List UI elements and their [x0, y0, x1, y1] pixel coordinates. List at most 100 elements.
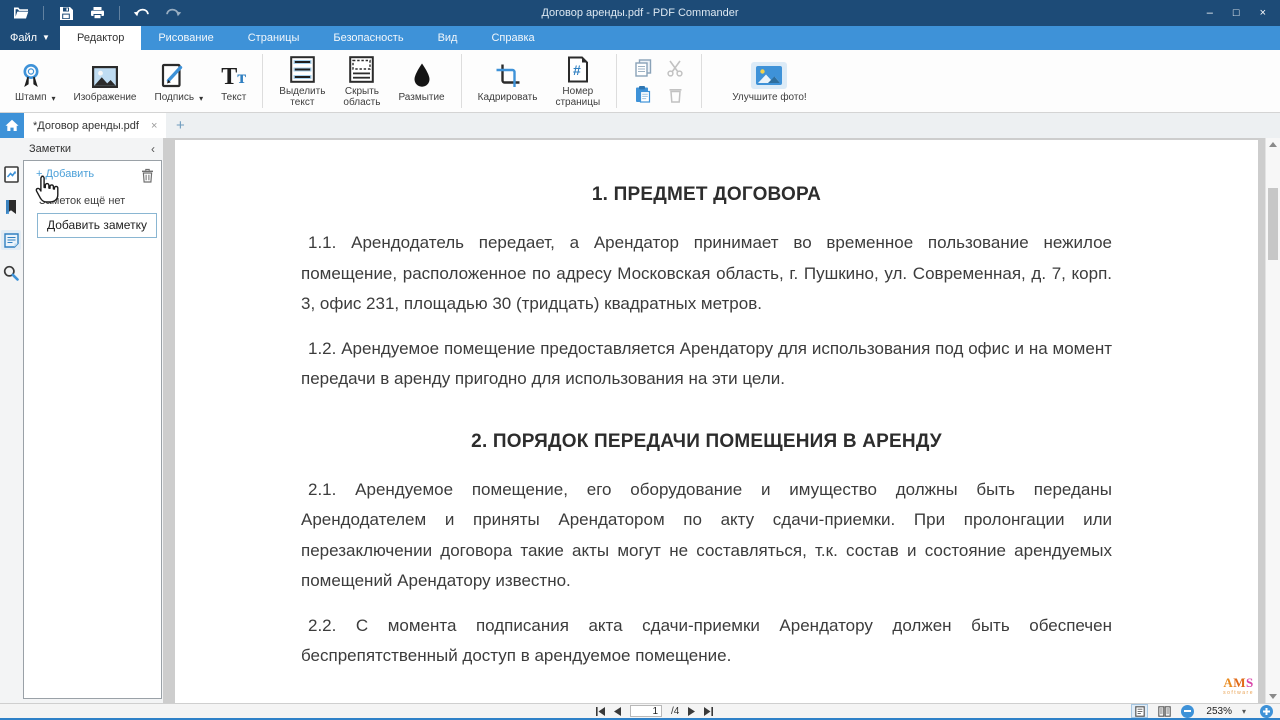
stamp-button[interactable]: Штамп ▾	[6, 58, 65, 105]
ams-watermark: AMS software	[1223, 678, 1254, 698]
delete-icon[interactable]	[666, 85, 684, 103]
document-tab-title: *Договор аренды.pdf	[33, 120, 139, 132]
tab-editor[interactable]: Редактор	[60, 26, 141, 50]
scrollbar-thumb[interactable]	[1268, 188, 1278, 260]
chevron-down-icon: ▾	[51, 94, 55, 103]
signature-icon	[161, 61, 187, 89]
tab-pages[interactable]: Страницы	[231, 26, 317, 50]
pdf-page: 1. ПРЕДМЕТ ДОГОВОРА 1.1. Арендодатель пе…	[175, 140, 1258, 703]
maximize-button[interactable]: □	[1233, 7, 1240, 19]
blur-button[interactable]: Размытие	[389, 58, 453, 105]
clipboard-group	[624, 59, 694, 103]
enhance-photo-icon	[751, 62, 787, 89]
editor-toolbar: Штамп ▾ Изображение Подпись ▾ Tт Текст	[0, 50, 1280, 113]
notes-sidebar: Заметки ‹ + Добавить Заметок ещё нет Доб…	[22, 138, 163, 703]
close-tab-icon[interactable]: ×	[151, 120, 157, 132]
contract-paragraph: 2.1. Арендуемое помещение, его оборудова…	[301, 475, 1112, 597]
minimize-button[interactable]: –	[1207, 7, 1213, 19]
tab-help[interactable]: Справка	[474, 26, 551, 50]
toolbar-separator	[461, 54, 462, 108]
collapse-panel-icon[interactable]: ‹	[151, 142, 155, 156]
paste-icon[interactable]	[634, 85, 652, 103]
titlebar-separator	[43, 6, 44, 20]
signature-button[interactable]: Подпись ▾	[146, 58, 213, 105]
undo-icon[interactable]	[133, 4, 151, 22]
vertical-scrollbar[interactable]	[1265, 138, 1280, 703]
contract-paragraph: 1.2. Арендуемое помещение предоставляетс…	[301, 334, 1112, 395]
redo-icon[interactable]	[164, 4, 182, 22]
trash-icon[interactable]	[141, 168, 154, 188]
hide-area-button[interactable]: Скрыть область	[334, 52, 389, 110]
contract-heading-2: 2. ПОРЯДОК ПЕРЕДАЧИ ПОМЕЩЕНИЯ В АРЕНДУ	[301, 431, 1112, 453]
open-file-icon[interactable]	[12, 4, 30, 22]
svg-text:#: #	[573, 62, 581, 78]
title-bar: Договор аренды.pdf - PDF Commander – □ ×	[0, 0, 1280, 26]
page-navigation: /4	[596, 704, 713, 718]
scroll-down-icon[interactable]	[1266, 694, 1280, 699]
chevron-down-icon: ▼	[42, 34, 50, 42]
tab-security[interactable]: Безопасность	[316, 26, 420, 50]
stamp-icon	[18, 61, 44, 89]
zoom-controls: 253% ▾	[1131, 704, 1273, 718]
chevron-down-icon: ▾	[199, 94, 203, 103]
text-button[interactable]: Tт Текст	[212, 58, 255, 105]
window-title: Договор аренды.pdf - PDF Commander	[0, 7, 1280, 19]
zoom-level-value[interactable]: 253%	[1206, 706, 1232, 717]
contract-paragraph: 1.1. Арендодатель передает, а Арендатор …	[301, 228, 1112, 320]
add-note-tooltip: Добавить заметку	[37, 213, 157, 238]
page-number-input[interactable]	[630, 705, 662, 717]
document-tab-bar: *Договор аренды.pdf × +	[0, 113, 1280, 138]
last-page-button[interactable]	[704, 707, 713, 716]
image-button[interactable]: Изображение	[65, 58, 146, 105]
image-icon	[91, 61, 119, 89]
next-page-button[interactable]	[688, 707, 695, 716]
hand-cursor-icon	[31, 174, 61, 211]
highlight-text-icon	[290, 55, 315, 83]
left-icon-strip	[0, 138, 22, 703]
notes-panel-icon[interactable]	[1, 230, 21, 250]
cut-icon[interactable]	[666, 59, 684, 77]
zoom-out-button[interactable]	[1181, 705, 1194, 718]
copy-icon[interactable]	[634, 59, 652, 77]
status-bar: /4 253% ▾	[0, 703, 1280, 720]
blur-droplet-icon	[411, 61, 433, 89]
bookmarks-panel-icon[interactable]	[1, 197, 21, 217]
page-total-label: /4	[671, 706, 679, 717]
toolbar-separator	[616, 54, 617, 108]
toolbar-separator	[701, 54, 702, 108]
print-icon[interactable]	[88, 4, 106, 22]
titlebar-separator	[119, 6, 120, 20]
pages-panel-icon[interactable]	[1, 164, 21, 184]
search-panel-icon[interactable]	[1, 263, 21, 283]
previous-page-button[interactable]	[614, 707, 621, 716]
tab-drawing[interactable]: Рисование	[141, 26, 230, 50]
contract-paragraph: 2.2. С момента подписания акта сдачи-при…	[301, 611, 1112, 672]
zoom-in-button[interactable]	[1260, 705, 1273, 718]
document-tab[interactable]: *Договор аренды.pdf ×	[24, 113, 166, 138]
text-icon: Tт	[221, 61, 246, 89]
save-icon[interactable]	[57, 4, 75, 22]
notes-panel: + Добавить Заметок ещё нет Добавить заме…	[23, 160, 162, 699]
menu-bar: Файл ▼ Редактор Рисование Страницы Безоп…	[0, 26, 1280, 50]
page-number-button[interactable]: # Номер страницы	[546, 52, 609, 110]
home-icon	[5, 119, 19, 132]
toolbar-separator	[262, 54, 263, 108]
first-page-button[interactable]	[596, 707, 605, 716]
continuous-view-icon[interactable]	[1156, 704, 1173, 718]
zoom-dropdown-icon[interactable]: ▾	[1242, 707, 1246, 716]
enhance-photo-button[interactable]: Улучшите фото!	[723, 58, 816, 105]
new-tab-button[interactable]: +	[166, 113, 194, 138]
single-page-view-icon[interactable]	[1131, 704, 1148, 718]
close-button[interactable]: ×	[1260, 7, 1266, 19]
pdf-commander-window: Договор аренды.pdf - PDF Commander – □ ×…	[0, 0, 1280, 720]
notes-panel-title: Заметки	[29, 143, 71, 155]
tab-view[interactable]: Вид	[421, 26, 475, 50]
document-view-area: 1. ПРЕДМЕТ ДОГОВОРА 1.1. Арендодатель пе…	[163, 138, 1280, 703]
scroll-up-icon[interactable]	[1266, 142, 1280, 147]
page-number-icon: #	[566, 55, 590, 83]
home-button[interactable]	[0, 113, 24, 138]
crop-icon	[495, 61, 521, 89]
highlight-text-button[interactable]: Выделить текст	[270, 52, 334, 110]
file-menu-button[interactable]: Файл ▼	[0, 26, 60, 50]
crop-button[interactable]: Кадрировать	[469, 58, 547, 105]
